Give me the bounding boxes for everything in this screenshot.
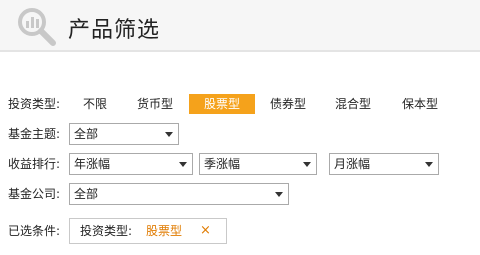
theme-select-value: 全部: [74, 127, 99, 141]
chosen-conditions-row: 已选条件: 投资类型: 股票型 ×: [0, 216, 480, 246]
type-option-unlimited[interactable]: 不限: [76, 94, 114, 114]
page-title: 产品筛选: [68, 18, 161, 43]
month-return-select[interactable]: 月涨幅: [329, 153, 439, 175]
chosen-condition-key: 投资类型:: [80, 224, 133, 238]
theme-filter-label: 基金主题:: [8, 127, 61, 141]
chevron-down-icon: [179, 162, 187, 167]
chosen-condition-value: 股票型: [146, 224, 183, 238]
chevron-down-icon: [425, 162, 433, 167]
close-icon[interactable]: ×: [200, 219, 211, 243]
returns-filter-label: 收益排行:: [8, 157, 61, 171]
type-option-bond[interactable]: 债券型: [265, 94, 311, 114]
type-option-guaranteed[interactable]: 保本型: [397, 94, 443, 114]
page-header: 产品筛选: [0, 0, 480, 52]
type-filter-row: 投资类型: 不限 货币型 股票型 债券型 混合型 保本型: [0, 92, 480, 116]
returns-filter-row: 收益排行: 年涨幅 季涨幅 月涨幅: [0, 152, 480, 176]
quarter-return-select[interactable]: 季涨幅: [199, 153, 317, 175]
year-return-value: 年涨幅: [74, 157, 111, 171]
chosen-conditions-label: 已选条件:: [8, 224, 61, 238]
chevron-down-icon: [275, 192, 283, 197]
theme-select[interactable]: 全部: [69, 123, 179, 145]
type-option-hybrid[interactable]: 混合型: [330, 94, 376, 114]
company-filter-label: 基金公司:: [8, 187, 61, 201]
type-option-money[interactable]: 货币型: [132, 94, 178, 114]
quarter-return-value: 季涨幅: [204, 157, 241, 171]
year-return-select[interactable]: 年涨幅: [69, 153, 193, 175]
theme-filter-row: 基金主题: 全部: [0, 122, 480, 146]
type-option-stock[interactable]: 股票型: [189, 94, 255, 114]
month-return-value: 月涨幅: [334, 157, 371, 171]
type-filter-label: 投资类型:: [8, 97, 61, 111]
search-chart-icon: [18, 8, 56, 46]
chevron-down-icon: [165, 132, 173, 137]
chevron-down-icon: [303, 162, 311, 167]
company-select[interactable]: 全部: [69, 183, 289, 205]
company-select-value: 全部: [74, 187, 99, 201]
chosen-condition-tag: 投资类型: 股票型 ×: [69, 218, 227, 244]
company-filter-row: 基金公司: 全部: [0, 182, 480, 206]
